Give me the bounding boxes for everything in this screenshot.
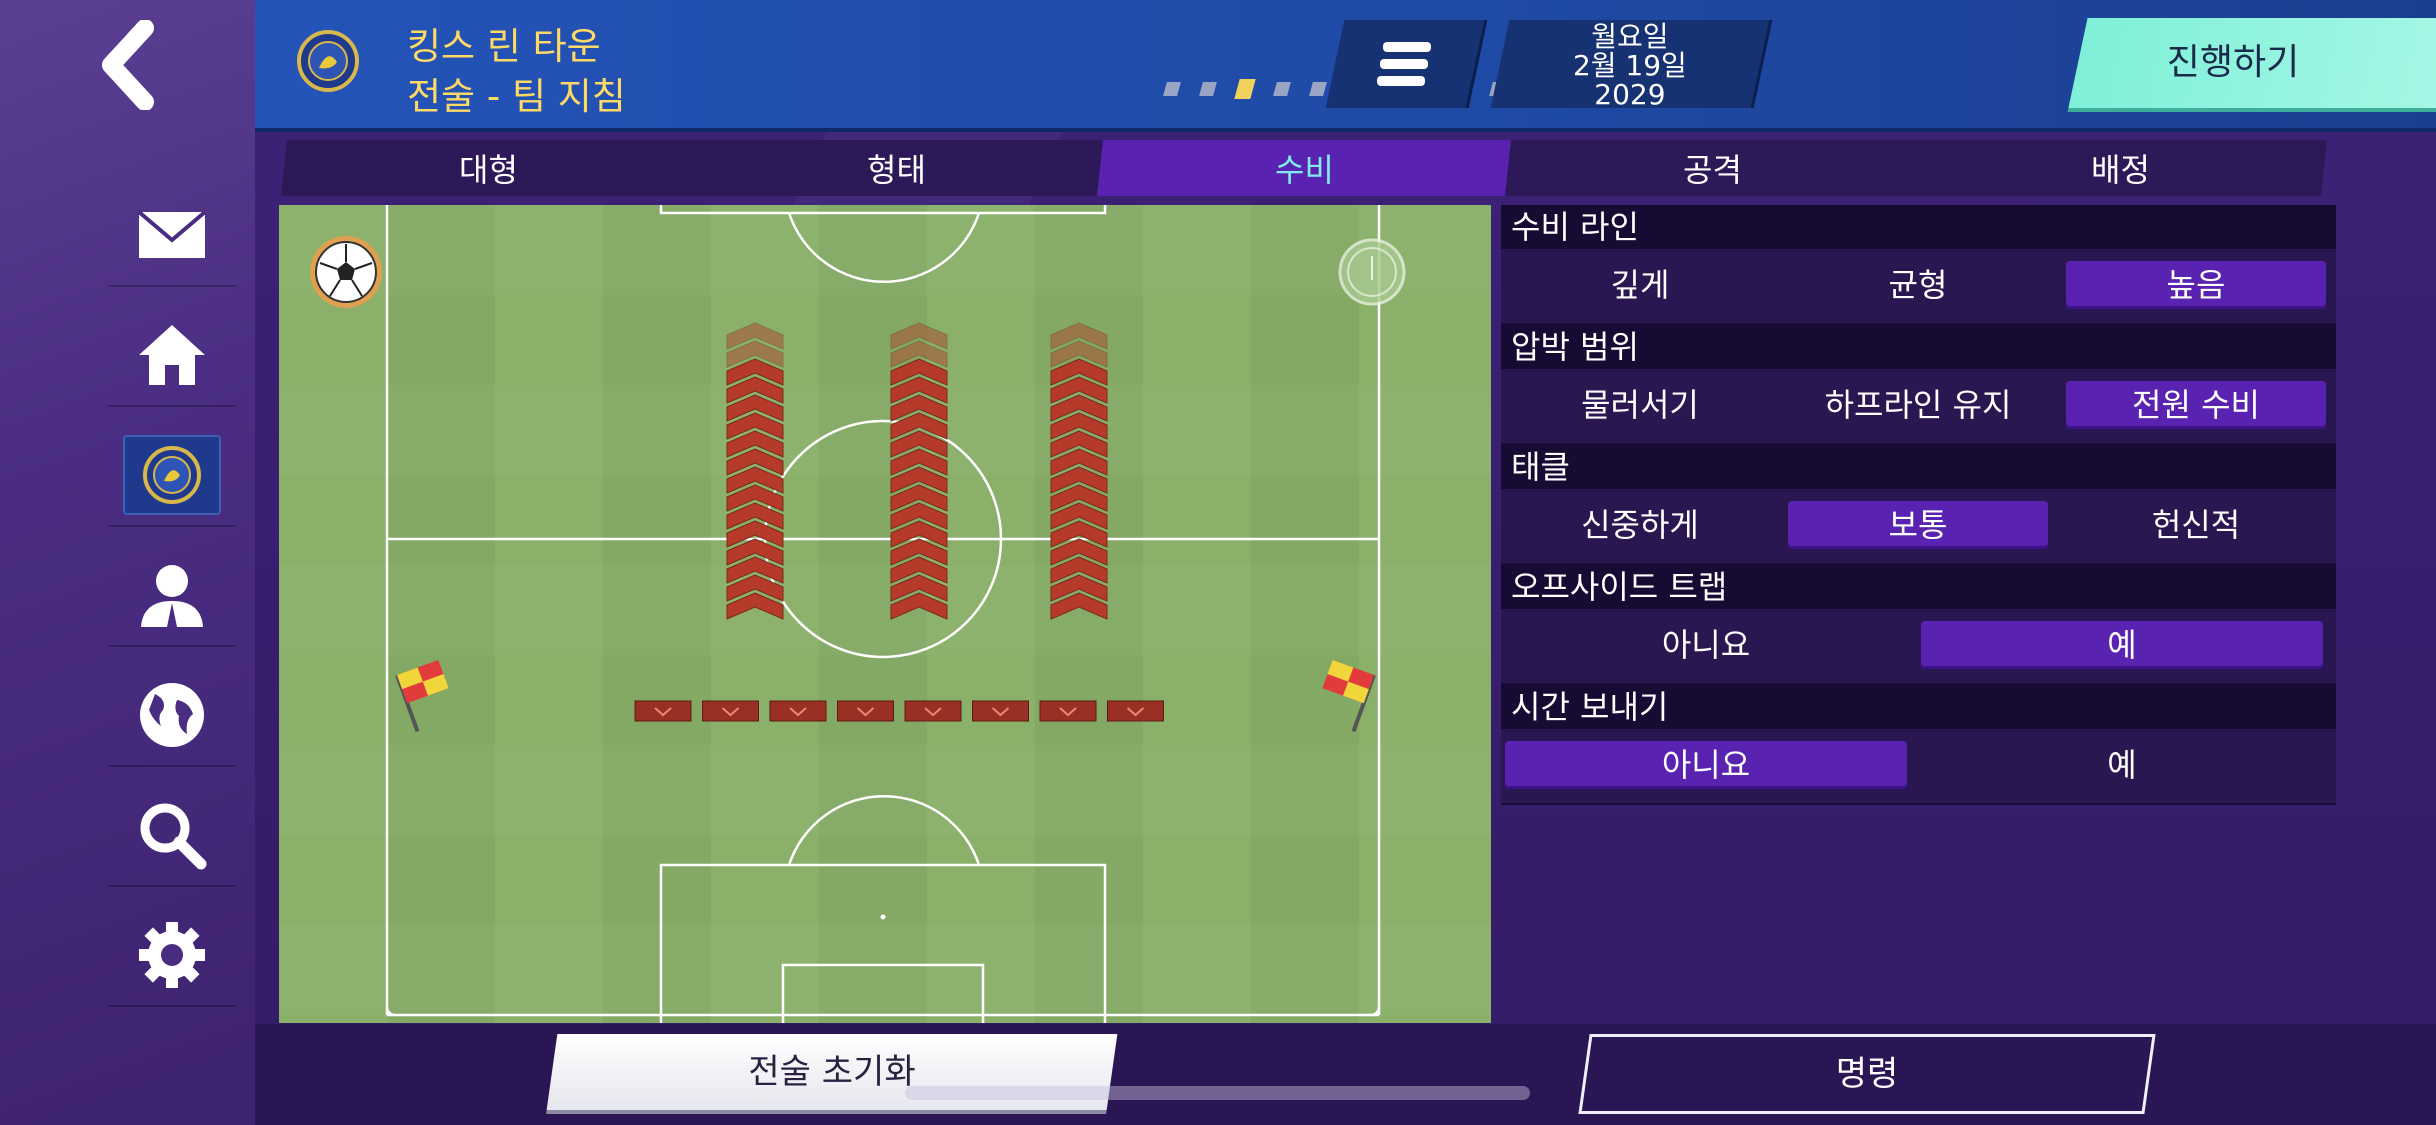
pitch-graphic bbox=[279, 205, 1491, 1023]
tab-formation[interactable]: 대형 bbox=[281, 140, 695, 196]
tactics-pitch bbox=[279, 205, 1491, 1023]
setting-option[interactable]: 보통 bbox=[1788, 501, 2048, 549]
progress-dot bbox=[1199, 82, 1217, 96]
home-icon bbox=[139, 325, 205, 385]
commands-label: 명령 bbox=[1835, 1054, 1899, 1094]
club-crest-tile bbox=[123, 435, 221, 515]
back-button[interactable] bbox=[0, 0, 255, 130]
setting-option[interactable]: 예 bbox=[1921, 621, 2323, 669]
tab-label: 형태 bbox=[866, 151, 926, 189]
setting-option[interactable]: 전원 수비 bbox=[2066, 381, 2326, 429]
ball-icon bbox=[310, 236, 382, 308]
gear-icon bbox=[139, 922, 205, 988]
envelope-icon bbox=[137, 210, 207, 258]
setting-option[interactable]: 예 bbox=[1921, 741, 2323, 789]
sidebar-item-mail[interactable] bbox=[108, 185, 236, 287]
setting-group: 태클신중하게 보통 헌신적 bbox=[1501, 445, 2336, 565]
setting-option[interactable]: 높음 bbox=[2066, 261, 2326, 309]
date-day: 2월 19일 bbox=[1572, 49, 1687, 82]
defensive-line-marker bbox=[769, 700, 827, 722]
defensive-line-marker bbox=[1039, 700, 1097, 722]
sidebar-item-home[interactable] bbox=[108, 305, 236, 407]
tab-label: 수비 bbox=[1274, 151, 1334, 189]
progress-dot bbox=[1309, 82, 1327, 96]
defensive-line-marker bbox=[702, 700, 759, 722]
defensive-line-marker bbox=[972, 700, 1029, 722]
progress-dot bbox=[1163, 82, 1181, 96]
setting-option[interactable]: 아니요 bbox=[1505, 621, 1907, 669]
club-name: 킹스 린 타운 bbox=[407, 25, 601, 68]
tab-attack[interactable]: 공격 bbox=[1505, 140, 1919, 196]
progress-dot bbox=[1273, 82, 1291, 96]
setting-group: 압박 범위물러서기 하프라인 유지 전원 수비 bbox=[1501, 325, 2336, 445]
setting-title: 압박 범위 bbox=[1501, 325, 2336, 369]
setting-option[interactable]: 아니요 bbox=[1505, 741, 1907, 789]
club-crest-icon bbox=[143, 446, 201, 504]
setting-option[interactable]: 하프라인 유지 bbox=[1788, 381, 2048, 429]
manager-icon bbox=[141, 565, 203, 627]
setting-option[interactable]: 깊게 bbox=[1510, 261, 1770, 309]
tab-label: 공격 bbox=[1682, 151, 1742, 189]
defensive-line-marker bbox=[1107, 700, 1164, 722]
search-icon bbox=[140, 803, 207, 870]
setting-title: 태클 bbox=[1501, 445, 2336, 489]
sidebar-item-manager[interactable] bbox=[108, 545, 236, 647]
tab-defence[interactable]: 수비 bbox=[1097, 140, 1511, 196]
setting-group: 시간 보내기아니요 예 bbox=[1501, 685, 2336, 805]
club-crest-icon bbox=[297, 30, 359, 92]
tab-assignment[interactable]: 배정 bbox=[1913, 140, 2327, 196]
progress-dot bbox=[1234, 79, 1256, 99]
hamburger-icon bbox=[1377, 42, 1431, 86]
sidebar-item-search[interactable] bbox=[108, 785, 236, 887]
timer-icon bbox=[1338, 238, 1406, 306]
sidebar-item-club[interactable] bbox=[108, 425, 236, 527]
tab-shape[interactable]: 형태 bbox=[689, 140, 1103, 196]
setting-option[interactable]: 물러서기 bbox=[1510, 381, 1770, 429]
setting-option[interactable]: 헌신적 bbox=[2066, 501, 2326, 549]
setting-options: 아니요 예 bbox=[1501, 729, 2336, 805]
date-weekday: 월요일 bbox=[1591, 20, 1669, 53]
setting-title: 오프사이드 트랩 bbox=[1501, 565, 2336, 609]
setting-title: 수비 라인 bbox=[1501, 205, 2336, 249]
tab-label: 배정 bbox=[2090, 151, 2150, 189]
horizontal-scrollbar[interactable] bbox=[905, 1086, 1530, 1100]
setting-options: 신중하게 보통 헌신적 bbox=[1501, 489, 2336, 565]
defensive-line-marker bbox=[634, 700, 692, 722]
setting-option[interactable]: 균형 bbox=[1788, 261, 2048, 309]
setting-options: 물러서기 하프라인 유지 전원 수비 bbox=[1501, 369, 2336, 445]
setting-options: 아니요 예 bbox=[1501, 609, 2336, 685]
screen-title: 전술 - 팀 지침 bbox=[407, 75, 626, 118]
sidebar-item-settings[interactable] bbox=[108, 905, 236, 1007]
setting-title: 시간 보내기 bbox=[1501, 685, 2336, 729]
date-year: 2029 bbox=[1594, 78, 1666, 111]
defence-settings-panel: 수비 라인깊게 균형 높음압박 범위물러서기 하프라인 유지 전원 수비태클신중하게 보통… bbox=[1501, 205, 2336, 805]
sidebar bbox=[0, 0, 255, 1125]
tab-label: 대형 bbox=[458, 151, 518, 189]
commands-button[interactable]: 명령 bbox=[1578, 1034, 2156, 1114]
defensive-line-marker bbox=[837, 700, 894, 722]
setting-group: 수비 라인깊게 균형 높음 bbox=[1501, 205, 2336, 325]
sidebar-item-world[interactable] bbox=[108, 665, 236, 767]
continue-label: 진행하기 bbox=[2166, 42, 2300, 83]
setting-options: 깊게 균형 높음 bbox=[1501, 249, 2336, 325]
setting-group: 오프사이드 트랩아니요 예 bbox=[1501, 565, 2336, 685]
menu-button[interactable] bbox=[1325, 20, 1488, 108]
globe-icon bbox=[140, 683, 204, 747]
setting-option[interactable]: 신중하게 bbox=[1510, 501, 1770, 549]
tab-bar: 대형 형태 수비 공격 배정 bbox=[281, 140, 2327, 196]
chevron-left-icon bbox=[101, 20, 154, 110]
defensive-line-marker bbox=[904, 700, 962, 722]
continue-button[interactable]: 진행하기 bbox=[2068, 18, 2436, 108]
pitch-stripes bbox=[279, 205, 1491, 1023]
date-display: 월요일 2월 19일 2029 bbox=[1490, 20, 1773, 111]
